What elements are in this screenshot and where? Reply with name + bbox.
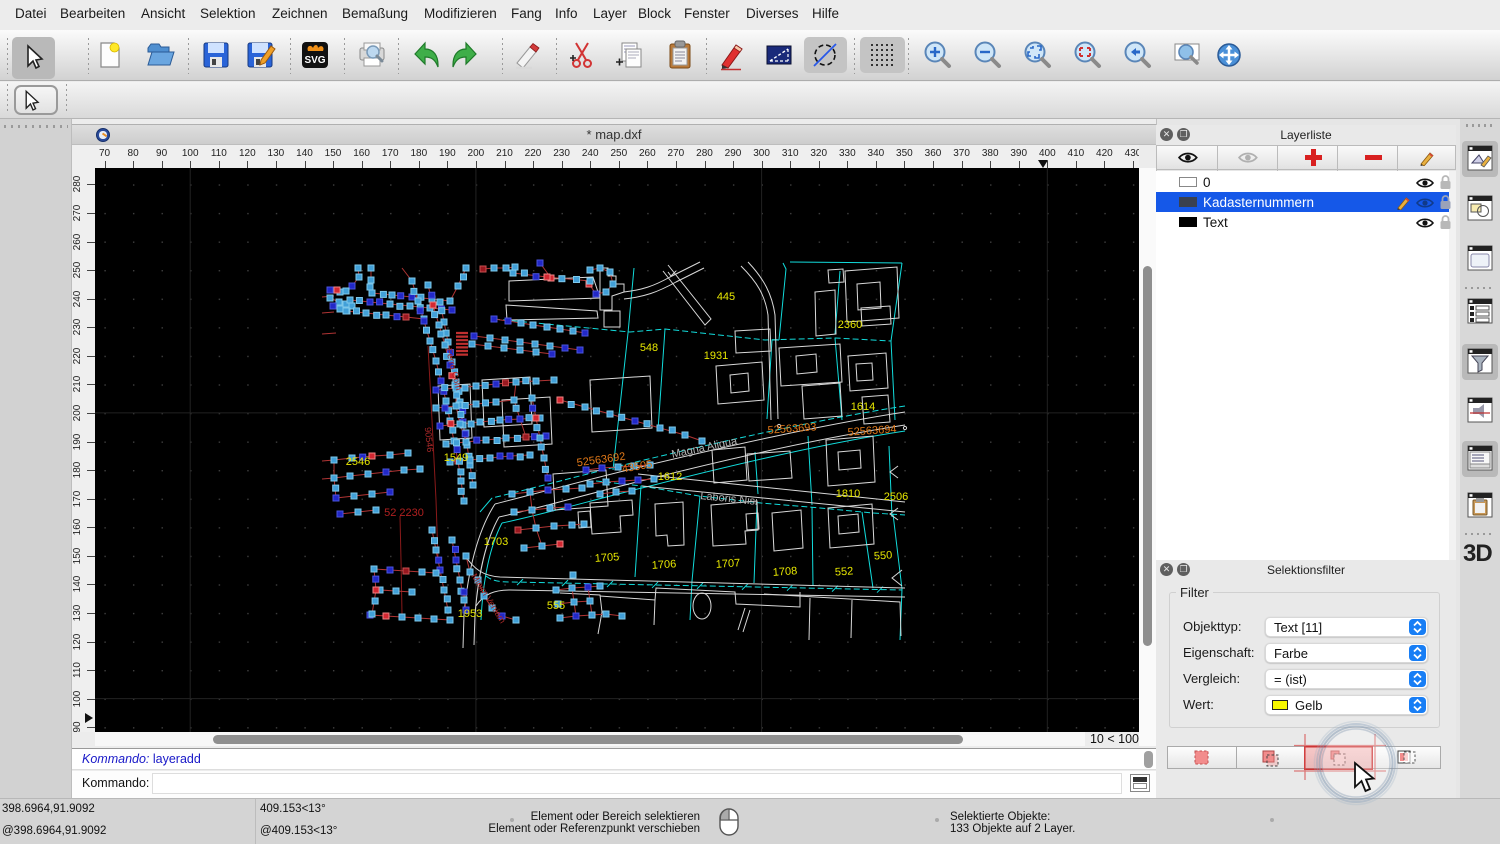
svg-text:1612: 1612: [658, 471, 682, 483]
svg-text:SVG: SVG: [304, 55, 325, 66]
svg-text:548: 548: [640, 342, 658, 354]
svg-text:1614: 1614: [851, 401, 875, 413]
svg-text:445: 445: [717, 291, 735, 303]
svg-text:2506: 2506: [884, 491, 908, 503]
svg-text:2360: 2360: [838, 319, 862, 331]
svg-text:52 2230: 52 2230: [384, 507, 424, 519]
svg-text:552: 552: [834, 565, 853, 578]
svg-text:1705: 1705: [594, 551, 619, 565]
svg-text:1953: 1953: [458, 608, 482, 620]
svg-text:1706: 1706: [651, 558, 676, 572]
svg-text:1707: 1707: [715, 557, 740, 571]
svg-text:1549: 1549: [444, 452, 468, 464]
svg-text:550: 550: [873, 549, 892, 562]
svg-text:1810: 1810: [836, 488, 860, 500]
svg-text:2546: 2546: [346, 456, 370, 468]
svg-text:555: 555: [547, 600, 565, 612]
svg-text:1703: 1703: [484, 536, 508, 548]
svg-text:1708: 1708: [772, 565, 797, 579]
svg-text:1931: 1931: [704, 350, 728, 362]
